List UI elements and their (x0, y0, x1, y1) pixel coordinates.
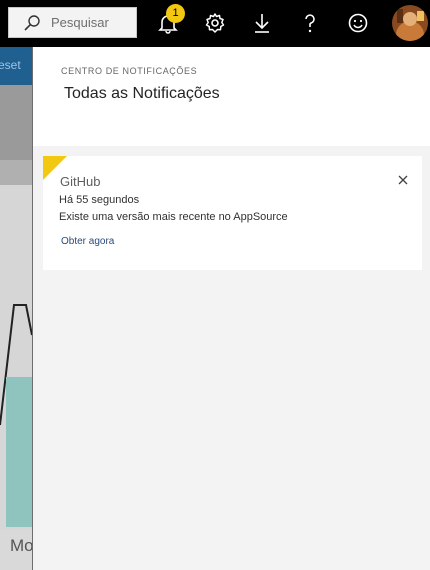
notification-message: Existe uma versão mais recente no AppSou… (59, 211, 288, 223)
background-report-area: eset Mo (0, 47, 32, 570)
user-avatar[interactable] (392, 5, 428, 41)
smiley-icon[interactable] (346, 11, 370, 35)
background-ribbon-text: eset (0, 58, 21, 72)
background-label: Mo (10, 536, 32, 555)
get-now-link[interactable]: Obter agora (61, 236, 114, 247)
notification-source: GitHub (60, 174, 101, 189)
notification-card[interactable]: GitHub Há 55 segundos Existe uma versão … (43, 156, 422, 270)
search-placeholder: Pesquisar (51, 15, 109, 30)
notification-center-panel: CENTRO DE NOTIFICAÇÕES Todas as Notifica… (32, 47, 430, 570)
background-strip (0, 85, 32, 160)
gear-icon[interactable] (203, 11, 227, 35)
download-icon[interactable] (250, 11, 274, 35)
search-icon (24, 15, 40, 31)
notification-time: Há 55 segundos (59, 194, 140, 206)
panel-label: CENTRO DE NOTIFICAÇÕES (61, 66, 198, 76)
help-icon[interactable] (298, 11, 322, 35)
background-strip (0, 160, 32, 185)
background-ribbon: eset (0, 47, 32, 85)
notification-count-badge: 1 (166, 4, 185, 23)
background-bar (6, 377, 32, 527)
panel-title: Todas as Notificações (64, 85, 220, 102)
top-bar: Pesquisar 1 (0, 0, 430, 47)
close-icon[interactable] (397, 174, 409, 186)
panel-header: CENTRO DE NOTIFICAÇÕES Todas as Notifica… (33, 47, 430, 146)
search-box[interactable]: Pesquisar (8, 7, 137, 38)
